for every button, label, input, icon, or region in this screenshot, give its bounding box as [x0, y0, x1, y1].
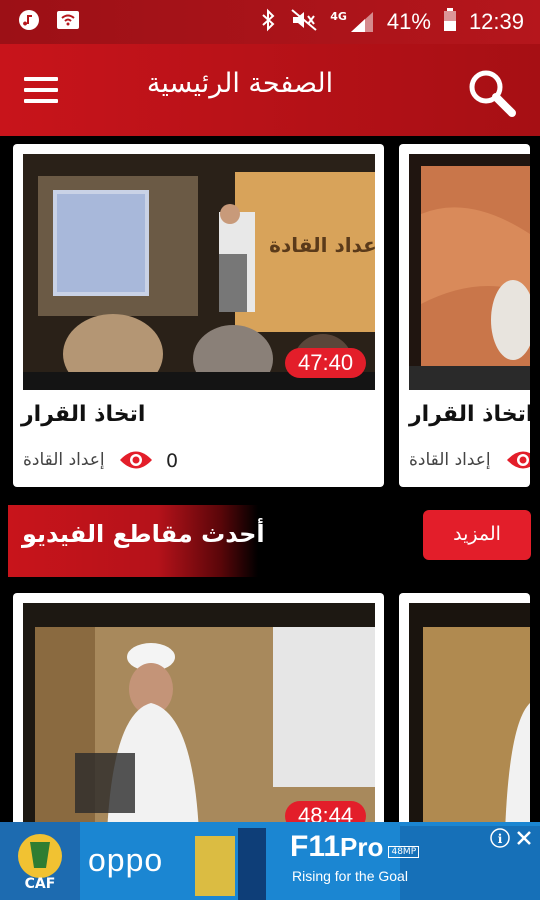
ad-banner[interactable]: CAF oppo F11Pro 48MP Rising for the Goal… [0, 822, 540, 900]
thumbnail-image [409, 154, 530, 390]
clock: 12:39 [468, 9, 524, 34]
battery-percent: 41% [386, 9, 431, 34]
ad-brand: oppo [88, 842, 164, 878]
video-category: إعداد القادة [23, 450, 105, 470]
ad-info-icon[interactable]: i [490, 828, 510, 852]
video-thumbnail[interactable]: عداد القادة 47:40 [23, 154, 375, 390]
ad-image: CAF [0, 822, 540, 900]
page-title: الصفحة الرئيسية [146, 68, 334, 99]
search-button[interactable] [466, 68, 518, 118]
video-card[interactable] [399, 593, 530, 833]
hamburger-line [24, 99, 58, 103]
video-thumbnail[interactable]: 48:44 [23, 603, 375, 833]
video-title: اتخاذ القرار [409, 402, 530, 427]
music-icon [18, 9, 40, 35]
video-card[interactable]: اتخاذ القرار إعداد القادة [399, 144, 530, 487]
ad-product: F11Pro 48MP [290, 830, 420, 864]
mute-icon [290, 8, 318, 36]
ad-tagline: Rising for the Goal [292, 868, 408, 884]
thumbnail-image [23, 603, 375, 833]
bluetooth-icon [258, 8, 278, 36]
ad-close-icon[interactable] [514, 828, 534, 852]
ad-product-badge: 48MP [388, 845, 420, 858]
app-bar: الصفحة الرئيسية [0, 44, 540, 136]
ad-product-suffix: Pro [340, 832, 384, 862]
battery-icon [443, 8, 457, 36]
more-button[interactable]: المزيد [423, 510, 531, 560]
video-category: إعداد القادة [409, 450, 491, 470]
wifi-hotspot-icon [56, 9, 80, 35]
status-bar: 4G 41% 12:39 [0, 0, 540, 44]
views-eye-icon [505, 447, 530, 477]
video-card[interactable]: عداد القادة 47:40 اتخاذ القرار إعداد الق… [13, 144, 384, 487]
signal-icon: 4G [330, 10, 375, 34]
video-title: اتخاذ القرار [21, 402, 146, 427]
search-icon [469, 70, 516, 117]
menu-button[interactable] [24, 77, 58, 103]
views-count: 0 [166, 450, 179, 472]
thumbnail-banner-text: عداد القادة [269, 233, 375, 257]
video-card[interactable]: 48:44 [13, 593, 384, 833]
duration-badge: 47:40 [285, 348, 367, 378]
hamburger-line [24, 88, 58, 92]
network-type: 4G [330, 10, 347, 23]
video-thumbnail[interactable] [409, 603, 530, 833]
svg-text:i: i [498, 832, 503, 846]
ad-product-name: F11 [290, 830, 341, 863]
views-eye-icon [118, 447, 154, 477]
hamburger-icon [24, 77, 58, 81]
video-thumbnail[interactable] [409, 154, 530, 390]
thumbnail-image [409, 603, 530, 833]
svg-text:CAF: CAF [25, 876, 56, 892]
section-title: أحدث مقاطع الفيديو [22, 520, 265, 548]
